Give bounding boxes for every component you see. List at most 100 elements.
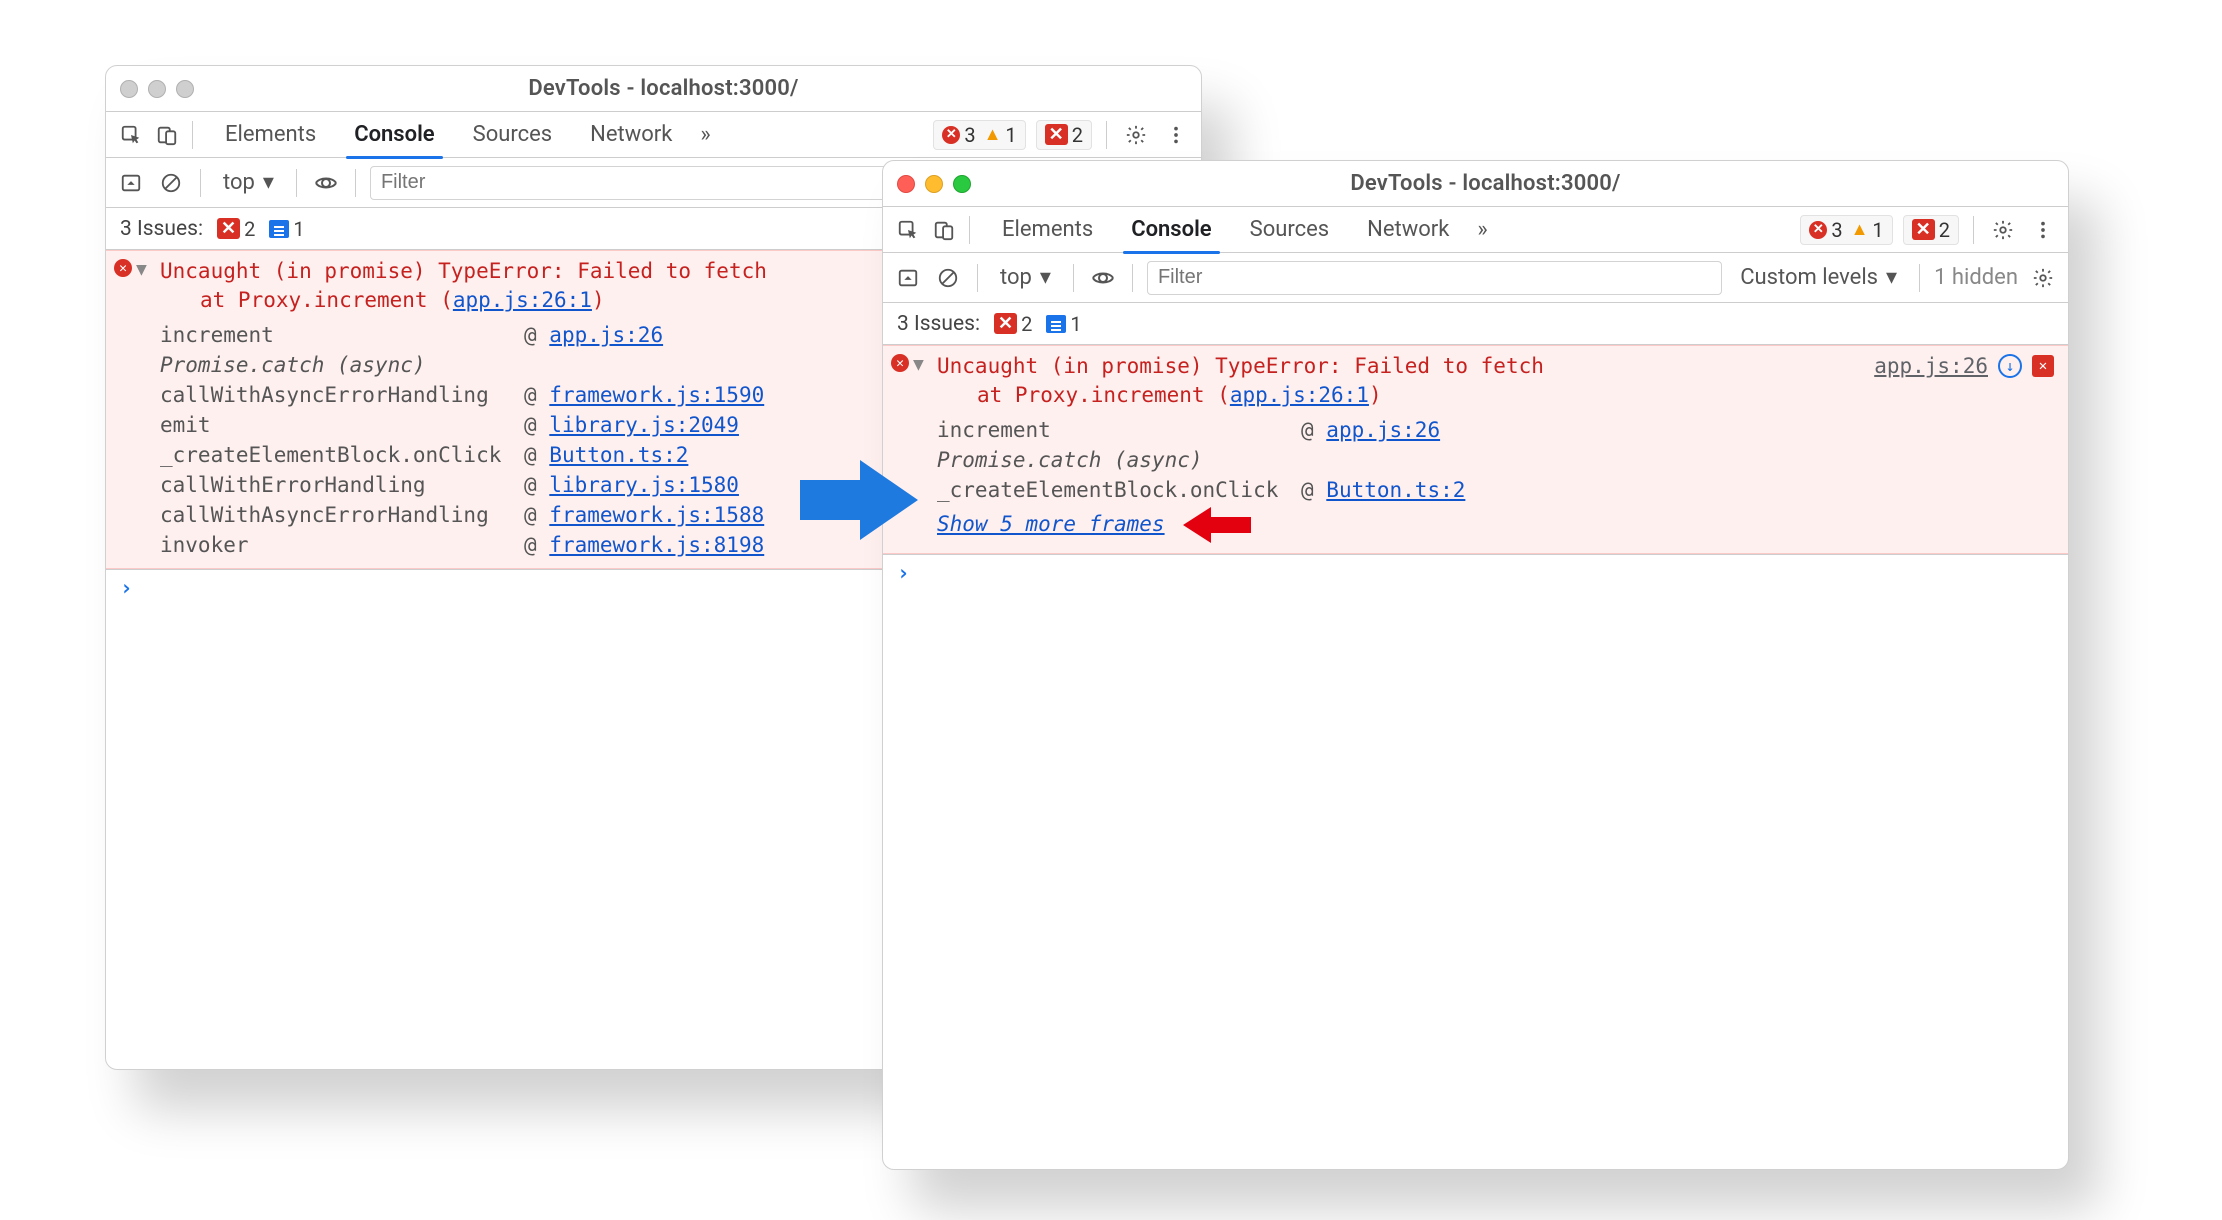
frame-at: @ app.js:26 [1301, 418, 1440, 442]
frame-function: emit [160, 413, 510, 437]
issues-bar[interactable]: 3 Issues: ✕ 2 1 [883, 303, 2068, 345]
tabbar: Elements Console Sources Network » ✕ 3 ▲… [106, 112, 1201, 158]
frame-function: _createElementBlock.onClick [160, 443, 510, 467]
arrow-red-icon [1181, 505, 1251, 545]
frame-at: @ library.js:2049 [524, 413, 739, 437]
inspect-icon[interactable] [893, 215, 923, 245]
zoom-dot[interactable] [176, 80, 194, 98]
issue-counts[interactable]: ✕ 2 [1036, 120, 1092, 150]
expand-toggle[interactable]: ▼ [136, 259, 147, 280]
gear-icon[interactable] [1121, 120, 1151, 150]
clear-console-icon[interactable] [156, 168, 186, 198]
error-source-link[interactable]: app.js:26:1 [453, 288, 592, 312]
clear-console-icon[interactable] [933, 263, 963, 293]
frame-at: @ library.js:1580 [524, 473, 739, 497]
error-source-link-top[interactable]: app.js:26 [1874, 354, 1988, 378]
hidden-count[interactable]: 1 hidden [1934, 265, 2018, 290]
console-prompt[interactable] [883, 554, 2068, 591]
status-counts[interactable]: ✕ 3 ▲ 1 [1800, 215, 1892, 245]
gear-icon[interactable] [2028, 263, 2058, 293]
zoom-dot[interactable] [953, 175, 971, 193]
frame-function: Promise.catch (async) [160, 353, 510, 377]
drawer-toggle-icon[interactable] [116, 168, 146, 198]
show-more-frames-link[interactable]: Show 5 more frames [913, 506, 1165, 538]
frame-function: invoker [160, 533, 510, 557]
tab-elements[interactable]: Elements [986, 207, 1109, 253]
tab-network[interactable]: Network [1351, 207, 1465, 253]
frame-function: callWithAsyncErrorHandling [160, 503, 510, 527]
frame-source-link[interactable]: Button.ts:2 [1326, 478, 1465, 502]
window-title: DevTools - localhost:3000/ [971, 171, 2000, 196]
frame-source-link[interactable]: framework.js:1590 [549, 383, 764, 407]
tab-sources[interactable]: Sources [1234, 207, 1346, 253]
feedback-icon[interactable] [2032, 355, 2054, 377]
frame-source-link[interactable]: framework.js:1588 [549, 503, 764, 527]
context-selector[interactable]: top [992, 261, 1059, 294]
tab-network[interactable]: Network [574, 112, 688, 158]
devtools-window-after: DevTools - localhost:3000/ Elements Cons… [882, 160, 2069, 1170]
frame-function: increment [937, 418, 1287, 442]
kebab-icon[interactable] [1161, 120, 1191, 150]
stack-frame: Promise.catch (async) [937, 445, 2058, 475]
device-toggle-icon[interactable] [152, 120, 182, 150]
live-expression-icon[interactable] [1088, 263, 1118, 293]
tabs-overflow[interactable]: » [694, 122, 716, 147]
titlebar: DevTools - localhost:3000/ [106, 66, 1201, 112]
error-count-badge: ✕ 3 [942, 123, 975, 147]
close-dot[interactable] [120, 80, 138, 98]
issues-error-count: ✕ 2 [217, 217, 255, 241]
error-message[interactable]: ▼ app.js:26 ↓ Uncaught (in promise) Type… [883, 345, 2068, 554]
traffic-lights [120, 80, 194, 98]
error-icon [114, 259, 132, 277]
filter-input[interactable] [1147, 261, 1722, 295]
status-counts[interactable]: ✕ 3 ▲ 1 [933, 120, 1025, 150]
frame-at: @ framework.js:1590 [524, 383, 764, 407]
tab-console[interactable]: Console [338, 112, 450, 158]
inspect-icon[interactable] [116, 120, 146, 150]
window-title: DevTools - localhost:3000/ [194, 76, 1133, 101]
live-expression-icon[interactable] [311, 168, 341, 198]
error-source-link[interactable]: app.js:26:1 [1230, 383, 1369, 407]
frame-source-link[interactable]: library.js:1580 [549, 473, 739, 497]
frame-source-link[interactable]: app.js:26 [1326, 418, 1440, 442]
frame-source-link[interactable]: framework.js:8198 [549, 533, 764, 557]
expand-toggle[interactable]: ▼ [913, 354, 924, 375]
arrow-blue-icon [800, 455, 920, 545]
frame-source-link[interactable]: Button.ts:2 [549, 443, 688, 467]
issues-error-count: ✕ 2 [994, 312, 1032, 336]
tab-sources[interactable]: Sources [457, 112, 569, 158]
stack-frames: increment @ app.js:26 Promise.catch (async… [913, 411, 2058, 505]
tabs-overflow[interactable]: » [1471, 217, 1493, 242]
context-selector[interactable]: top [215, 166, 282, 199]
issues-label: 3 Issues: [897, 312, 980, 336]
log-levels-selector[interactable]: Custom levels [1732, 261, 1905, 294]
traffic-lights [897, 175, 971, 193]
frame-source-link[interactable]: library.js:2049 [549, 413, 739, 437]
kebab-icon[interactable] [2028, 215, 2058, 245]
minimize-dot[interactable] [148, 80, 166, 98]
frame-function: callWithAsyncErrorHandling [160, 383, 510, 407]
error-icon [891, 354, 909, 372]
console-output: ▼ app.js:26 ↓ Uncaught (in promise) Type… [883, 345, 2068, 1169]
device-toggle-icon[interactable] [929, 215, 959, 245]
frame-function: increment [160, 323, 510, 347]
frame-at: @ Button.ts:2 [524, 443, 688, 467]
frame-source-link[interactable]: app.js:26 [549, 323, 663, 347]
titlebar: DevTools - localhost:3000/ [883, 161, 2068, 207]
issues-label: 3 Issues: [120, 217, 203, 241]
console-toolbar: top Custom levels 1 hidden [883, 253, 2068, 303]
tab-elements[interactable]: Elements [209, 112, 332, 158]
issue-counts[interactable]: ✕ 2 [1903, 215, 1959, 245]
tab-console[interactable]: Console [1115, 207, 1227, 253]
stack-frame: increment @ app.js:26 [937, 415, 2058, 445]
drawer-toggle-icon[interactable] [893, 263, 923, 293]
tabbar: Elements Console Sources Network » ✕ 3 ▲… [883, 207, 2068, 253]
frame-function: Promise.catch (async) [937, 448, 1287, 472]
restart-frame-icon[interactable]: ↓ [1998, 354, 2022, 378]
stack-frame: _createElementBlock.onClick@ Button.ts:2 [937, 475, 2058, 505]
minimize-dot[interactable] [925, 175, 943, 193]
close-dot[interactable] [897, 175, 915, 193]
gear-icon[interactable] [1988, 215, 2018, 245]
error-count-badge: ✕ 3 [1809, 218, 1842, 242]
frame-at: @ framework.js:1588 [524, 503, 764, 527]
